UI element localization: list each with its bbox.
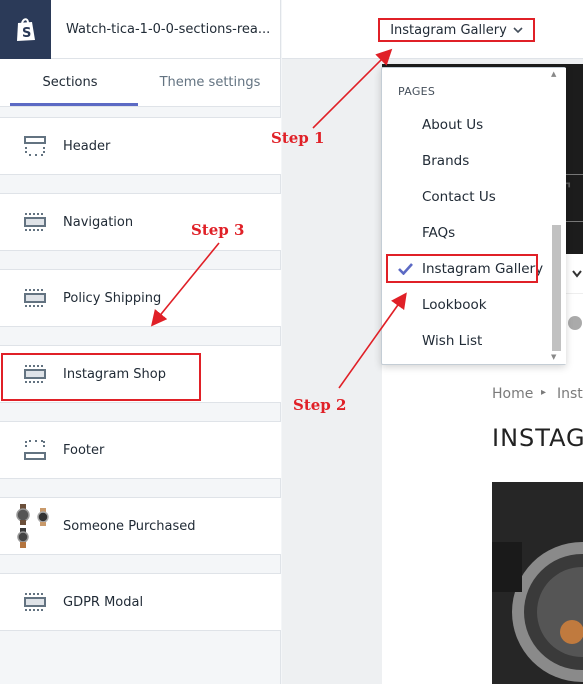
section-label: Header [63, 138, 111, 154]
section-label: GDPR Modal [63, 594, 144, 610]
section-item-policy-shipping[interactable]: Policy Shipping [0, 269, 281, 327]
section-label: Footer [63, 442, 105, 458]
pages-dropdown-menu: PAGES About Us Brands Contact Us FAQs In… [381, 67, 566, 365]
svg-text:S: S [22, 26, 31, 41]
highlight-box-instagram-shop [1, 353, 201, 401]
step3-label: Step 3 [191, 221, 245, 239]
dropdown-heading: PAGES [398, 85, 436, 98]
menu-item-lookbook[interactable]: Lookbook [422, 297, 487, 313]
section-label: Navigation [63, 214, 134, 230]
footer-layout-icon [24, 440, 46, 460]
shopify-bag-icon[interactable]: S [0, 0, 51, 59]
step1-label: Step 1 [271, 129, 325, 147]
menu-item-faqs[interactable]: FAQs [422, 225, 455, 241]
header-layout-icon [24, 136, 46, 156]
breadcrumb-current: Insta [557, 386, 583, 402]
watch-thumbnails [14, 504, 54, 548]
page-selector-value: Instagram Gallery [390, 22, 507, 38]
scroll-down-icon[interactable]: ▼ [551, 353, 556, 361]
tab-theme-settings[interactable]: Theme settings [140, 59, 280, 106]
watch-image [492, 482, 583, 684]
breadcrumb-separator: ▸ [541, 387, 547, 398]
sidebar-tabs: Sections Theme settings [0, 59, 280, 107]
section-label: Policy Shipping [63, 290, 162, 306]
globe-icon[interactable] [568, 316, 582, 330]
editor-header: S Watch-tica-1-0-0-sections-rea... [0, 0, 280, 59]
chevron-down-icon [513, 24, 523, 37]
chevron-down-icon[interactable] [572, 267, 582, 281]
menu-item-brands[interactable]: Brands [422, 153, 469, 169]
scroll-up-icon[interactable]: ▲ [551, 70, 556, 78]
step2-label: Step 2 [293, 396, 347, 414]
section-item-footer[interactable]: Footer [0, 421, 281, 479]
section-layout-icon [24, 288, 46, 308]
theme-editor-sidebar: S Watch-tica-1-0-0-sections-rea... Secti… [0, 0, 281, 684]
menu-item-wish-list[interactable]: Wish List [422, 333, 482, 349]
section-layout-icon [24, 212, 46, 232]
page-title: INSTAG [492, 424, 583, 452]
section-label: Someone Purchased [63, 518, 196, 534]
scrollbar-thumb[interactable] [552, 225, 561, 351]
breadcrumb-home[interactable]: Home [492, 386, 533, 402]
section-item-header[interactable]: Header [0, 117, 281, 175]
section-item-gdpr-modal[interactable]: GDPR Modal [0, 573, 281, 631]
menu-item-contact-us[interactable]: Contact Us [422, 189, 496, 205]
section-item-someone-purchased[interactable]: Someone Purchased [0, 497, 281, 555]
highlight-box-instagram-gallery [386, 254, 538, 283]
menu-item-about-us[interactable]: About Us [422, 117, 483, 133]
section-layout-icon [24, 592, 46, 612]
theme-name: Watch-tica-1-0-0-sections-rea... [66, 21, 271, 37]
tab-sections[interactable]: Sections [0, 59, 140, 106]
page-selector-dropdown[interactable]: Instagram Gallery [378, 18, 535, 42]
